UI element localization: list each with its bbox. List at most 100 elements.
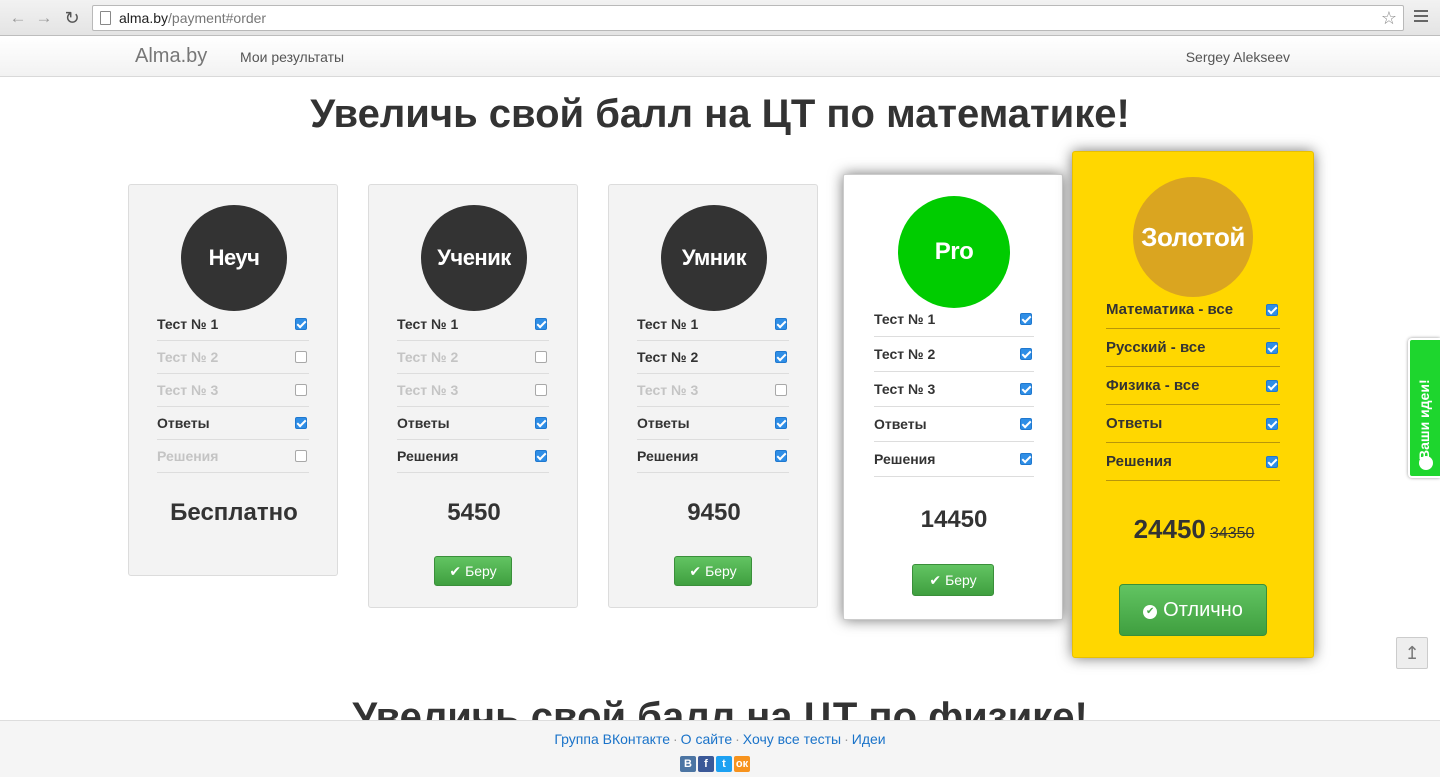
page-title: Увеличь свой балл на ЦТ по математике! <box>310 92 1130 136</box>
feature-label: Тест № 2 <box>637 348 699 365</box>
check-icon: ✔ <box>449 563 462 579</box>
brand-logo[interactable]: Alma.by <box>135 45 207 68</box>
feature-list: Тест № 1 Тест № 2 Тест № 3 Ответы Решения <box>637 308 789 473</box>
feature-checkbox[interactable] <box>775 384 787 396</box>
address-bar[interactable]: alma.by/payment#order ☆ <box>92 5 1404 31</box>
site-navbar: Alma.by Мои результаты Sergey Alekseev <box>0 37 1440 77</box>
feature-checkbox[interactable] <box>535 351 547 363</box>
feature-checkbox[interactable] <box>775 351 787 363</box>
plan-card: Ученик Тест № 1 Тест № 2 Тест № 3 Ответы Реше… <box>368 184 578 608</box>
feature-checkbox[interactable] <box>295 417 307 429</box>
feature-list: Тест № 1 Тест № 2 Тест № 3 Ответы Решения <box>397 308 549 473</box>
scroll-to-top-button[interactable]: ↥ <box>1396 637 1428 669</box>
forward-arrow-icon[interactable]: → <box>34 8 54 28</box>
plan-price: 5450 <box>369 499 579 527</box>
feature-row: Решения <box>874 442 1034 477</box>
buy-button[interactable]: ✔ Беру <box>434 556 512 586</box>
feature-checkbox[interactable] <box>1020 418 1032 430</box>
feature-checkbox[interactable] <box>535 417 547 429</box>
feature-checkbox[interactable] <box>295 351 307 363</box>
feature-checkbox[interactable] <box>1020 453 1032 465</box>
feature-checkbox[interactable] <box>1266 304 1278 316</box>
vk-icon[interactable]: B <box>680 756 696 772</box>
plan-price: Бесплатно <box>129 499 339 527</box>
reload-icon[interactable]: ↻ <box>62 8 82 28</box>
feature-list: Математика - все Русский - все Физика - вс… <box>1106 291 1280 481</box>
footer-link[interactable]: Группа ВКонтакте <box>554 731 670 747</box>
check-circle-icon: ✔ <box>1143 605 1158 619</box>
feature-label: Тест № 3 <box>157 381 219 398</box>
feature-checkbox[interactable] <box>1020 313 1032 325</box>
feature-label: Тест № 3 <box>637 381 699 398</box>
feature-checkbox[interactable] <box>1020 348 1032 360</box>
feature-label: Решения <box>1106 453 1172 470</box>
feature-label: Тест № 2 <box>397 348 459 365</box>
feature-row: Тест № 3 <box>397 374 549 407</box>
menu-icon[interactable] <box>1414 10 1428 24</box>
price-old: 34350 <box>1209 525 1255 543</box>
feature-row: Математика - все <box>1106 291 1280 329</box>
feature-label: Ответы <box>637 414 690 431</box>
feature-checkbox[interactable] <box>535 450 547 462</box>
feature-label: Ответы <box>874 415 927 432</box>
feature-label: Решения <box>157 447 219 464</box>
feature-label: Тест № 1 <box>874 310 936 327</box>
back-arrow-icon[interactable]: ← <box>8 8 28 28</box>
feature-row: Ответы <box>1106 405 1280 443</box>
feature-label: Решения <box>637 447 699 464</box>
footer-link[interactable]: Идеи <box>852 731 886 747</box>
buy-button[interactable]: ✔ Беру <box>912 564 994 596</box>
excellent-button[interactable]: ✔ Отлично <box>1119 584 1267 636</box>
feature-checkbox[interactable] <box>775 417 787 429</box>
feature-checkbox[interactable] <box>1266 418 1278 430</box>
feature-list: Тест № 1 Тест № 2 Тест № 3 Ответы Решения <box>874 302 1034 477</box>
link-separator: · <box>673 731 678 747</box>
feature-checkbox[interactable] <box>1020 383 1032 395</box>
nav-link-my-results[interactable]: Мои результаты <box>240 49 344 65</box>
buy-button[interactable]: ✔ Беру <box>674 556 752 586</box>
feature-checkbox[interactable] <box>535 318 547 330</box>
feature-row: Физика - все <box>1106 367 1280 405</box>
feature-row: Тест № 2 <box>874 337 1034 372</box>
facebook-icon[interactable]: f <box>698 756 714 772</box>
user-menu[interactable]: Sergey Alekseev <box>1186 49 1290 65</box>
feature-checkbox[interactable] <box>775 450 787 462</box>
feature-label: Ответы <box>157 414 210 431</box>
footer-link[interactable]: О сайте <box>681 731 732 747</box>
check-icon: ✔ <box>929 572 942 588</box>
twitter-icon[interactable]: t <box>716 756 732 772</box>
feature-checkbox[interactable] <box>1266 342 1278 354</box>
link-separator: · <box>735 731 740 747</box>
feature-row: Тест № 2 <box>637 341 789 374</box>
feature-checkbox[interactable] <box>1266 456 1278 468</box>
plan-badge: Ученик <box>421 205 527 311</box>
feature-row: Ответы <box>397 407 549 440</box>
plan-badge: Pro <box>898 196 1010 308</box>
feature-label: Тест № 1 <box>397 315 459 332</box>
feature-checkbox[interactable] <box>295 384 307 396</box>
plan-card: Умник Тест № 1 Тест № 2 Тест № 3 Ответы Решен… <box>608 184 818 608</box>
feature-checkbox[interactable] <box>295 318 307 330</box>
feature-checkbox[interactable] <box>1266 380 1278 392</box>
button-label: Беру <box>705 563 737 579</box>
feature-row: Решения <box>1106 443 1280 481</box>
feature-row: Тест № 3 <box>874 372 1034 407</box>
button-label: Беру <box>945 572 977 588</box>
odnoklassniki-icon[interactable]: ок <box>734 756 750 772</box>
bookmark-star-icon[interactable]: ☆ <box>1381 8 1397 29</box>
feature-checkbox[interactable] <box>295 450 307 462</box>
price-value: 5450 <box>447 498 501 526</box>
feature-checkbox[interactable] <box>535 384 547 396</box>
feature-label: Тест № 2 <box>157 348 219 365</box>
plan-card: Неуч Тест № 1 Тест № 2 Тест № 3 Ответы Решени… <box>128 184 338 576</box>
link-separator: · <box>844 731 849 747</box>
page-icon <box>100 11 111 25</box>
feature-label: Решения <box>874 450 936 467</box>
feature-row: Тест № 1 <box>637 308 789 341</box>
plan-card: Золотой Математика - все Русский - все Физи… <box>1072 151 1314 658</box>
ideas-feedback-tab[interactable]: Ваши идеи! <box>1408 338 1440 478</box>
footer-link[interactable]: Хочу все тесты <box>743 731 841 747</box>
feature-row: Тест № 2 <box>157 341 309 374</box>
feature-checkbox[interactable] <box>775 318 787 330</box>
footer-links: Группа ВКонтакте · О сайте · Хочу все тесты ·… <box>0 731 1440 747</box>
